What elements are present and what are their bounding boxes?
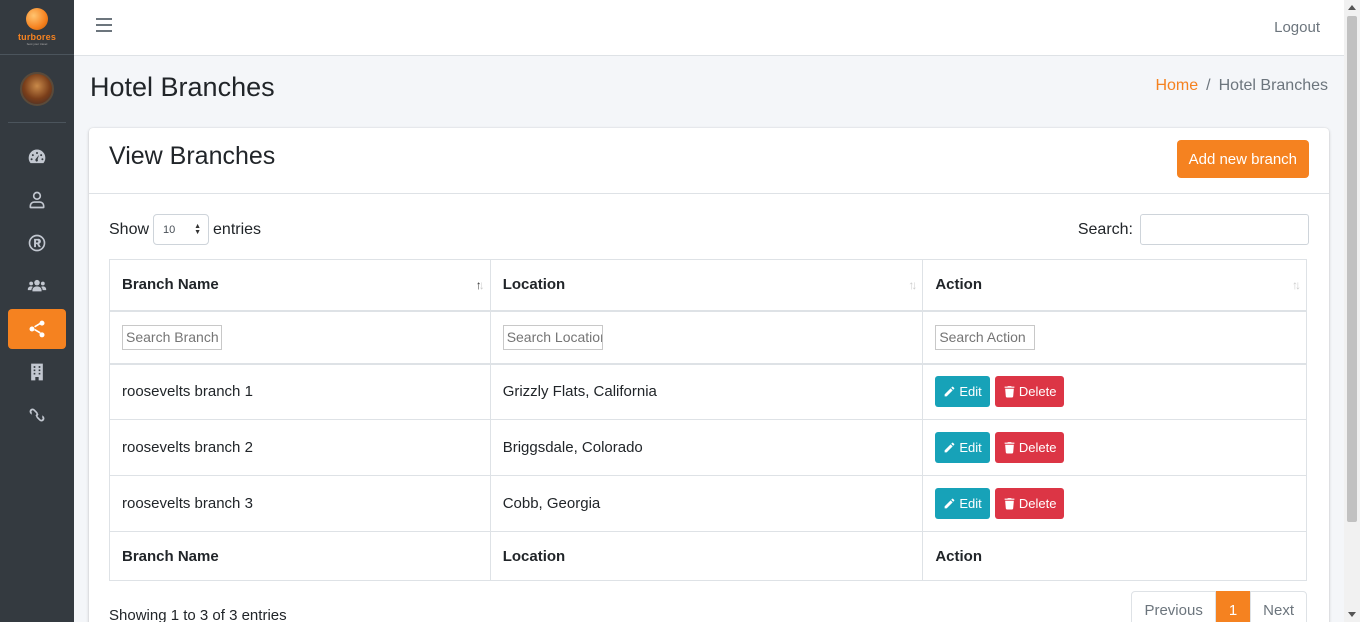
avatar[interactable] [20, 71, 54, 106]
share-icon [29, 320, 45, 338]
edit-button[interactable]: Edit [935, 432, 990, 463]
table-footer-row: Branch Name Location Action [109, 531, 1307, 581]
trash-icon [1004, 442, 1015, 454]
branch-name-cell: roosevelts branch 2 [109, 419, 491, 476]
edit-button[interactable]: Edit [935, 488, 990, 519]
building-icon [31, 363, 43, 381]
location-cell: Grizzly Flats, California [489, 363, 924, 420]
sort-icon: ↑↓ [1292, 278, 1301, 292]
table-row: roosevelts branch 3 Cobb, Georgia Edit D… [109, 475, 1307, 532]
registered-icon [28, 234, 46, 252]
entries-select-value: 10 [163, 223, 176, 236]
nav-item-branches[interactable] [8, 309, 66, 349]
sort-icon: ↑↓ [908, 278, 917, 292]
edit-button[interactable]: Edit [935, 376, 990, 408]
table-search-control: Search: [1078, 214, 1309, 245]
user-panel [8, 55, 66, 123]
footer-location: Location [489, 531, 924, 581]
page-title: Hotel Branches [90, 72, 275, 102]
breadcrumb-current: Hotel Branches [1218, 77, 1328, 94]
nav-item-dashboard[interactable] [8, 137, 66, 177]
table-search-input[interactable] [1140, 214, 1309, 245]
branch-name-cell: roosevelts branch 1 [109, 363, 491, 420]
table-row: roosevelts branch 2 Briggsdale, Colorado… [109, 419, 1307, 476]
table-info: Showing 1 to 3 of 3 entries [109, 607, 287, 622]
select-arrows-icon: ▲ ▼ [194, 223, 202, 236]
search-label: Search: [1077, 220, 1133, 238]
scroll-down-arrow-icon[interactable] [1348, 612, 1356, 617]
search-action-input[interactable] [935, 324, 1036, 350]
users-icon [27, 279, 47, 292]
footer-branch-name: Branch Name [109, 531, 491, 581]
link-icon [29, 408, 45, 422]
scroll-up-arrow-icon[interactable] [1348, 5, 1356, 10]
sidebar: turbores best your travel [0, 0, 74, 622]
table-row: roosevelts branch 1 Grizzly Flats, Calif… [109, 363, 1307, 420]
brand-tagline: best your travel [26, 42, 48, 46]
edit-label: Edit [959, 384, 982, 400]
hamburger-menu-icon[interactable] [96, 18, 112, 34]
trash-icon [1004, 386, 1015, 398]
edit-label: Edit [959, 440, 982, 455]
pagination-previous[interactable]: Previous [1131, 591, 1216, 622]
nav-item-registered[interactable] [8, 223, 66, 263]
pagination: Previous 1 Next [1131, 591, 1307, 622]
delete-label: Delete [1018, 496, 1057, 511]
user-icon [29, 191, 45, 209]
entries-select[interactable]: 10 ▲ ▼ [153, 214, 210, 245]
top-navbar: Logout [74, 0, 1344, 56]
column-header-action[interactable]: Action ↑↓ [922, 259, 1307, 312]
show-label: Show [109, 220, 150, 238]
action-cell: Edit Delete [922, 363, 1307, 420]
brand-name: turbores [17, 32, 57, 42]
scroll-thumb[interactable] [1347, 16, 1357, 522]
location-cell: Briggsdale, Colorado [489, 419, 924, 476]
branches-table: Branch Name↑↓ Location↑↓ Action↑↓ roosev… [109, 259, 1307, 581]
branches-card: View Branches Add new branch Show 10 ▲ ▼ … [89, 128, 1329, 622]
pagination-next[interactable]: Next [1250, 591, 1307, 622]
pagination-page-1[interactable]: 1 [1215, 591, 1251, 622]
delete-button[interactable]: Delete [994, 376, 1065, 408]
search-branch-input[interactable] [122, 324, 222, 350]
add-new-branch-button[interactable]: Add new branch [1176, 140, 1309, 178]
delete-button[interactable]: Delete [994, 432, 1065, 463]
location-cell: Cobb, Georgia [489, 475, 924, 532]
breadcrumb-home-link[interactable]: Home [1155, 77, 1198, 94]
brand-logo[interactable]: turbores best your travel [0, 0, 74, 55]
delete-label: Delete [1018, 384, 1057, 400]
pencil-icon [944, 386, 955, 397]
breadcrumb-separator: / [1206, 77, 1211, 94]
entries-length-control: Show 10 ▲ ▼ entries [109, 214, 261, 245]
card-header: View Branches Add new branch [89, 128, 1329, 194]
logout-link[interactable]: Logout [1274, 19, 1320, 36]
column-header-location[interactable]: Location ↑↓ [489, 259, 924, 312]
branch-name-cell: roosevelts branch 3 [109, 475, 491, 532]
nav-item-users[interactable] [8, 266, 66, 306]
logo-ball-icon [26, 8, 48, 30]
nav-item-links[interactable] [8, 395, 66, 435]
delete-button[interactable]: Delete [994, 488, 1065, 519]
footer-action: Action [922, 531, 1307, 581]
edit-label: Edit [959, 496, 982, 511]
action-cell: Edit Delete [922, 419, 1307, 476]
pencil-icon [944, 442, 955, 453]
dashboard-icon [28, 149, 46, 164]
entries-label: entries [213, 220, 262, 238]
column-header-branch-name[interactable]: Branch Name ↑↓ [109, 259, 491, 312]
search-location-input[interactable] [502, 324, 603, 350]
delete-label: Delete [1018, 440, 1057, 455]
filter-row [109, 310, 1307, 365]
card-title: View Branches [109, 142, 276, 170]
trash-icon [1004, 498, 1015, 510]
sidebar-nav [0, 137, 74, 435]
breadcrumb: Home / Hotel Branches [1155, 77, 1328, 95]
nav-item-profile[interactable] [8, 180, 66, 220]
action-cell: Edit Delete [922, 475, 1307, 532]
sort-asc-icon: ↑↓ [475, 278, 485, 292]
pencil-icon [944, 498, 955, 509]
page-scrollbar[interactable] [1344, 0, 1360, 622]
nav-item-hotels[interactable] [8, 352, 66, 392]
